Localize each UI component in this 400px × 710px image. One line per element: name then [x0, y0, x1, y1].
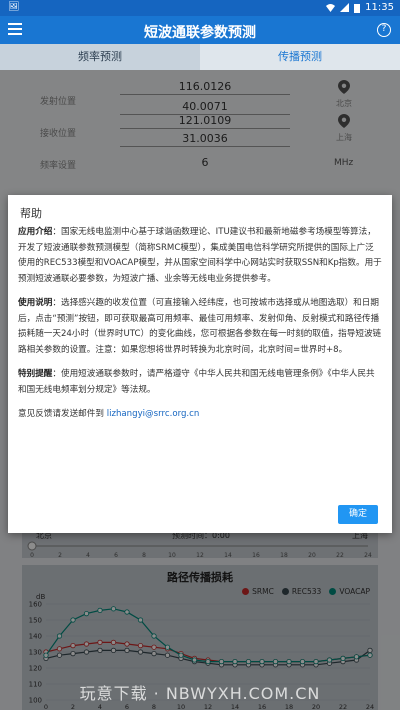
- feedback-email-link[interactable]: lizhangyi@srrc.org.cn: [107, 409, 200, 419]
- notice-paragraph: 特别提醒：使用短波通联参数时，请严格遵守《中华人民共和国无线电管理条例》《中华人…: [18, 369, 375, 395]
- help-dialog: 帮助 应用介绍：国家无线电监测中心基于球谐函数理论、ITU建议书和最新地磁参考场…: [8, 195, 392, 533]
- tab-propagation-prediction[interactable]: 传播预测: [200, 44, 400, 70]
- intro-paragraph: 应用介绍：国家无线电监测中心基于球谐函数理论、ITU建议书和最新地磁参考场模型等…: [18, 227, 382, 284]
- help-icon[interactable]: ?: [377, 23, 391, 37]
- status-icons: 11:35: [326, 2, 394, 13]
- ok-button[interactable]: 确定: [338, 505, 378, 524]
- feedback-paragraph: 意见反馈请发送邮件到 lizhangyi@srrc.org.cn: [18, 409, 200, 419]
- notification-icon: 🖼: [8, 2, 20, 12]
- app-bar: 短波通联参数预测 ?: [0, 16, 400, 44]
- dialog-body: 应用介绍：国家无线电监测中心基于球谐函数理论、ITU建议书和最新地磁参考场模型等…: [18, 225, 382, 432]
- tab-bar: 频率预测 传播预测: [0, 44, 400, 70]
- wifi-icon: [326, 4, 336, 12]
- dialog-title: 帮助: [20, 207, 42, 220]
- watermark: 玩意下载 · NBWYXH.COM.CN: [79, 684, 321, 703]
- signal-icon: [340, 3, 350, 12]
- status-bar: 🖼 11:35: [0, 0, 400, 16]
- battery-icon: [354, 3, 361, 13]
- usage-paragraph: 使用说明：选择感兴趣的收发位置（可直接输入经纬度，也可按城市选择或从地图选取）和…: [18, 298, 382, 355]
- tab-frequency-prediction[interactable]: 频率预测: [0, 44, 200, 70]
- page-title: 短波通联参数预测: [144, 25, 256, 41]
- clock: 11:35: [365, 2, 394, 13]
